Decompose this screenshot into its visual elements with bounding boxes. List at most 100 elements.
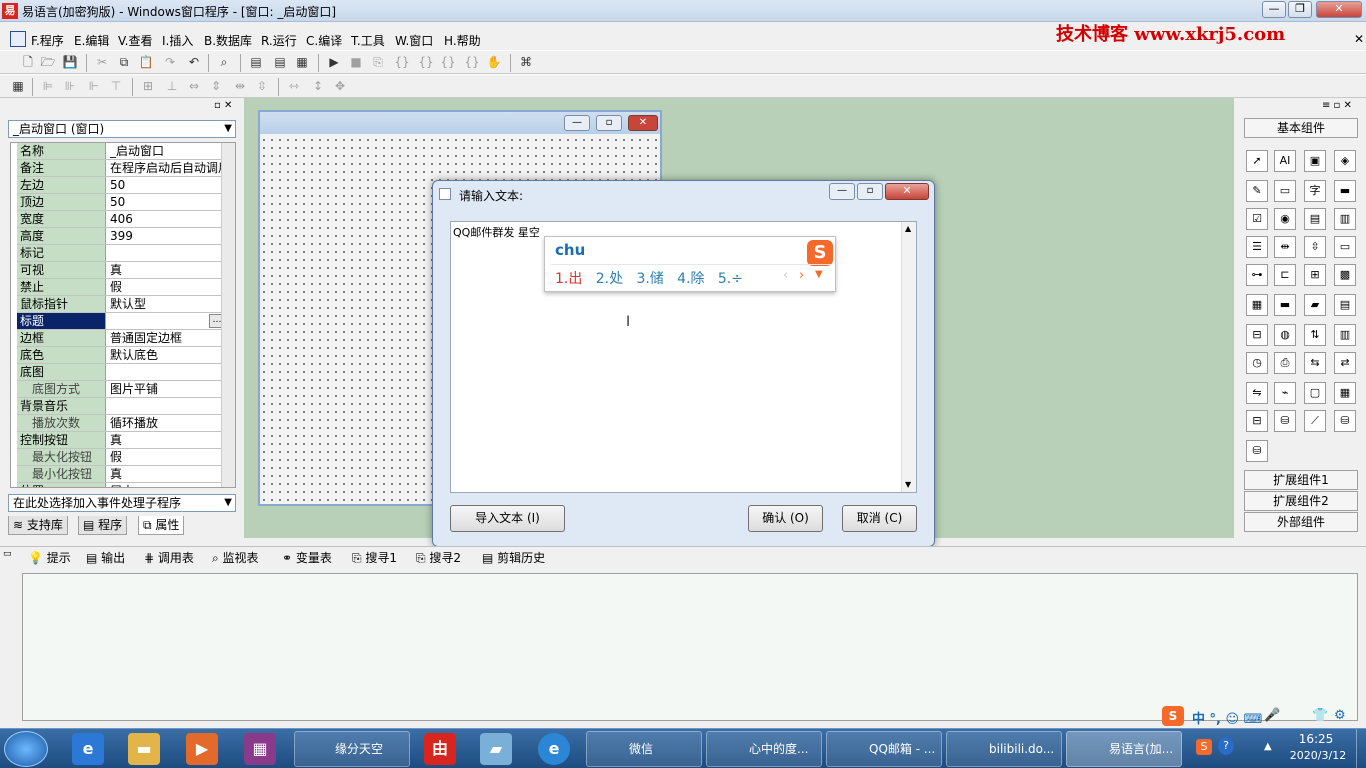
minimize-icon[interactable]: — xyxy=(829,183,855,200)
prop-row[interactable]: 底图 xyxy=(17,364,227,381)
ime-status-items[interactable]: 中 °, ☺ ⌨ xyxy=(1192,708,1262,727)
chevron-down-icon[interactable]: ▼ xyxy=(815,269,823,280)
ime-candidate[interactable]: 1.出 xyxy=(555,271,582,287)
prop-row[interactable]: 顶边 50 xyxy=(17,194,227,211)
basic-components-header[interactable]: 基本组件 xyxy=(1244,118,1358,138)
combobox-icon[interactable]: ▤ xyxy=(1304,208,1326,230)
prop-row[interactable]: 最小化按钮真 xyxy=(17,466,227,483)
picture-icon[interactable]: ▣ xyxy=(1304,150,1326,172)
menu-edit[interactable]: E.编辑 xyxy=(74,32,109,49)
menu-compile[interactable]: C.编译 xyxy=(306,32,342,49)
start-button[interactable] xyxy=(4,731,48,767)
menu-program[interactable]: F.程序 xyxy=(31,32,64,49)
file-icon[interactable]: ▤ xyxy=(1334,294,1356,316)
debug3-icon[interactable]: {} xyxy=(418,55,434,70)
menu-insert[interactable]: I.插入 xyxy=(162,32,193,49)
tray-sogou-icon[interactable]: S xyxy=(1196,739,1212,755)
text-icon[interactable]: 字 xyxy=(1304,180,1326,202)
redo-icon[interactable]: ↷ xyxy=(162,55,178,70)
progress-icon[interactable]: ▭ xyxy=(1334,236,1356,258)
cut-icon[interactable]: ✂ xyxy=(94,55,110,70)
media-icon[interactable]: ▶ xyxy=(186,733,218,765)
align-mid-icon[interactable]: ⊞ xyxy=(140,79,156,94)
ext-components-1[interactable]: 扩展组件1 xyxy=(1244,470,1358,490)
prop-row[interactable]: 左边 50 xyxy=(17,177,227,194)
prop-row[interactable]: 背景音乐 xyxy=(17,398,227,415)
center-h-icon[interactable]: ⇿ xyxy=(286,79,302,94)
show-desktop-button[interactable] xyxy=(1356,729,1366,768)
groupbox-icon[interactable]: ▭ xyxy=(1274,180,1296,202)
prop-row[interactable]: 鼠标指针 默认型 xyxy=(17,296,227,313)
debug4-icon[interactable]: {} xyxy=(440,55,456,70)
prop-row[interactable]: 播放次数 循环播放 xyxy=(17,415,227,432)
layout2-icon[interactable]: ▤ xyxy=(272,55,288,70)
task-chrome[interactable]: QQ邮箱 - ... xyxy=(826,731,942,767)
browser-icon[interactable]: e xyxy=(538,733,570,765)
ime-candidate[interactable]: 5.÷ xyxy=(718,271,743,287)
app-red-icon[interactable]: 由 xyxy=(424,733,456,765)
minimize-icon[interactable]: — xyxy=(1262,1,1286,18)
prop-row[interactable]: 底图方式 图片平铺 xyxy=(17,381,227,398)
paste-icon[interactable]: 📋 xyxy=(138,55,154,70)
align-bottom-icon[interactable]: ⊥ xyxy=(164,79,180,94)
tab-search1[interactable]: ⎘ 搜寻1 xyxy=(352,548,397,568)
toolbox-icon[interactable]: ⚙ xyxy=(1334,708,1346,723)
prop-row[interactable]: 边框 普通固定边框 xyxy=(17,330,227,347)
chevron-up-icon[interactable]: ▲ xyxy=(905,224,911,233)
clock-date[interactable]: 2020/3/12 xyxy=(1288,749,1348,762)
tab-variables[interactable]: ⚭ 变量表 xyxy=(282,548,332,568)
external-components[interactable]: 外部组件 xyxy=(1244,512,1358,532)
prop-row[interactable]: 可视真 xyxy=(17,262,227,279)
ok-button[interactable]: 确认 (O) xyxy=(748,505,823,532)
save-icon[interactable]: 💾 xyxy=(62,55,78,70)
tray-help-icon[interactable]: ? xyxy=(1218,737,1234,755)
menu-icon[interactable]: ▥ xyxy=(1334,324,1356,346)
center-v-icon[interactable]: ↕ xyxy=(310,79,326,94)
stop-icon[interactable]: ■ xyxy=(348,55,364,70)
socket-icon[interactable]: ⇄ xyxy=(1334,352,1356,374)
client-icon[interactable]: ⇋ xyxy=(1246,382,1268,404)
ext-components-2[interactable]: 扩展组件2 xyxy=(1244,491,1358,511)
sogou-icon[interactable]: S xyxy=(1162,706,1184,726)
task-music[interactable]: 缘分天空 xyxy=(294,731,410,767)
tab-call-stack[interactable]: ⋕ 调用表 xyxy=(144,548,194,568)
chevron-down-icon[interactable]: ▼ xyxy=(224,495,232,511)
tab-properties[interactable]: ⧉ 属性 xyxy=(138,516,185,535)
pointer-icon[interactable]: ➚ xyxy=(1246,150,1268,172)
spin-icon[interactable]: ⇅ xyxy=(1304,324,1326,346)
db-table-icon[interactable]: ⊟ xyxy=(1246,410,1268,432)
restore-icon[interactable]: ❐ xyxy=(1288,1,1312,18)
chevron-down-icon[interactable]: ▼ xyxy=(224,121,232,137)
prop-row[interactable]: 备注 在程序启动后自动调用 xyxy=(17,160,227,177)
prop-row[interactable]: 最大化按钮假 xyxy=(17,449,227,466)
output-area[interactable] xyxy=(22,573,1358,721)
ime-candidate[interactable]: 2.处 xyxy=(596,271,623,287)
binoculars-icon[interactable]: ⌘ xyxy=(518,55,534,70)
prop-row[interactable]: 标记 xyxy=(17,245,227,262)
event-combo[interactable]: 在此处选择加入事件处理子程序 ▼ xyxy=(8,494,236,512)
shirt-icon[interactable]: 👕 xyxy=(1312,708,1328,723)
task-eyuyan[interactable]: 易语言(加... xyxy=(1066,731,1182,767)
tab-program[interactable]: ▤ 程序 xyxy=(78,516,128,535)
menu-window[interactable]: W.窗口 xyxy=(395,32,433,49)
ie-icon[interactable]: e xyxy=(72,733,104,765)
dir-icon[interactable]: ▰ xyxy=(1304,294,1326,316)
new-icon[interactable]: 🗋 xyxy=(20,55,36,70)
prop-row-selected[interactable]: 标题… xyxy=(17,313,227,330)
folder-icon[interactable]: ▬ xyxy=(128,733,160,765)
vscroll-icon[interactable]: ⇳ xyxy=(1304,236,1326,258)
task-music-player[interactable]: 心中的度... xyxy=(706,731,822,767)
globe-icon[interactable]: ◍ xyxy=(1274,324,1296,346)
run-icon[interactable]: ▶ xyxy=(326,55,342,70)
chart-icon[interactable]: ⟋ xyxy=(1304,410,1326,432)
tab-control-icon[interactable]: ⊏ xyxy=(1274,264,1296,286)
chevron-down-icon[interactable]: ▼ xyxy=(905,480,911,489)
prop-row[interactable]: 禁止假 xyxy=(17,279,227,296)
close-icon[interactable]: ✕ xyxy=(885,183,929,200)
panel-icon[interactable]: ▦ xyxy=(1334,382,1356,404)
tab-support-lib[interactable]: ≋ 支持库 xyxy=(8,516,68,535)
space-h-icon[interactable]: ⇹ xyxy=(232,79,248,94)
mdi-close-icon[interactable]: ✕ xyxy=(1354,32,1364,46)
odbc-icon[interactable]: ⛁ xyxy=(1334,410,1356,432)
tab-clip-history[interactable]: ▤ 剪辑历史 xyxy=(482,548,545,568)
